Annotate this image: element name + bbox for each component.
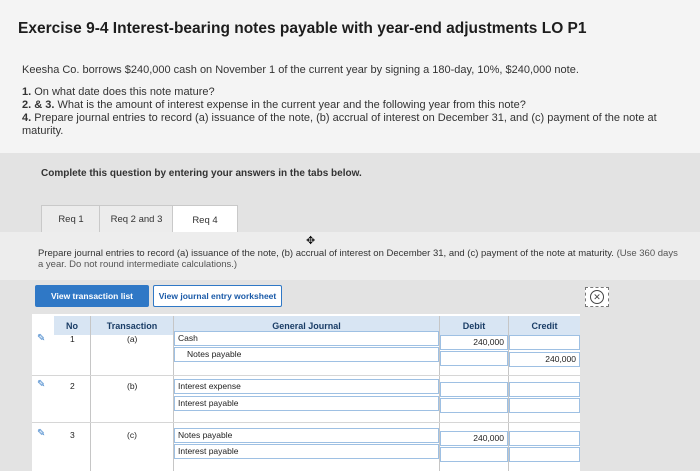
row-no: 3: [70, 430, 75, 440]
panel-heading: Complete this question by entering your …: [41, 168, 362, 179]
debit-input[interactable]: [440, 447, 508, 462]
question-list: 1. On what date does this note mature? 2…: [22, 86, 694, 138]
credit-input[interactable]: [509, 447, 580, 462]
problem-intro: Keesha Co. borrows $240,000 cash on Nove…: [22, 64, 579, 76]
pencil-icon[interactable]: ✎: [37, 333, 49, 345]
header-transaction: Transaction: [91, 316, 173, 335]
question-item: 2. & 3. What is the amount of interest e…: [22, 99, 526, 111]
header-debit: Debit: [440, 316, 508, 335]
row-transaction: (c): [127, 430, 137, 440]
credit-account-select[interactable]: Notes payable: [174, 347, 439, 362]
grid-line: [90, 316, 91, 471]
credit-input[interactable]: [509, 431, 580, 446]
debit-input[interactable]: 240,000: [440, 431, 508, 446]
row-transaction: (a): [127, 334, 138, 344]
view-transaction-list-button[interactable]: View transaction list: [35, 285, 149, 307]
row-no: 2: [70, 381, 75, 391]
mouse-cursor-icon: ✥: [306, 235, 316, 247]
instructions-text: Prepare journal entries to record (a) is…: [38, 248, 678, 270]
credit-account-select[interactable]: Interest payable: [174, 444, 439, 459]
close-icon[interactable]: ✕: [585, 287, 609, 307]
credit-input[interactable]: [509, 398, 580, 413]
tab-req-4[interactable]: Req 4: [172, 205, 238, 235]
credit-input[interactable]: [509, 382, 580, 397]
row-divider: [32, 375, 580, 376]
pencil-icon[interactable]: ✎: [37, 428, 49, 440]
debit-input[interactable]: 240,000: [440, 335, 508, 350]
question-item: 1. On what date does this note mature?: [22, 86, 215, 98]
pencil-icon[interactable]: ✎: [37, 379, 49, 391]
debit-input[interactable]: [440, 382, 508, 397]
debit-account-select[interactable]: Notes payable: [174, 428, 439, 443]
page-title: Exercise 9-4 Interest-bearing notes paya…: [18, 20, 587, 37]
tab-req-2-and-3[interactable]: Req 2 and 3: [99, 205, 174, 234]
tab-req-1[interactable]: Req 1: [41, 205, 101, 234]
credit-account-select[interactable]: Interest payable: [174, 396, 439, 411]
row-divider: [32, 422, 580, 423]
view-journal-worksheet-button[interactable]: View journal entry worksheet: [153, 285, 282, 307]
question-item: 4. Prepare journal entries to record (a)…: [22, 112, 657, 137]
credit-input[interactable]: 240,000: [509, 352, 580, 367]
credit-input[interactable]: [509, 335, 580, 350]
debit-account-select[interactable]: Interest expense: [174, 379, 439, 394]
debit-input[interactable]: [440, 398, 508, 413]
debit-input[interactable]: [440, 351, 508, 366]
debit-account-select[interactable]: Cash: [174, 331, 439, 346]
row-no: 1: [70, 334, 75, 344]
header-credit: Credit: [509, 316, 580, 335]
header-no: No: [54, 316, 90, 335]
row-transaction: (b): [127, 381, 138, 391]
